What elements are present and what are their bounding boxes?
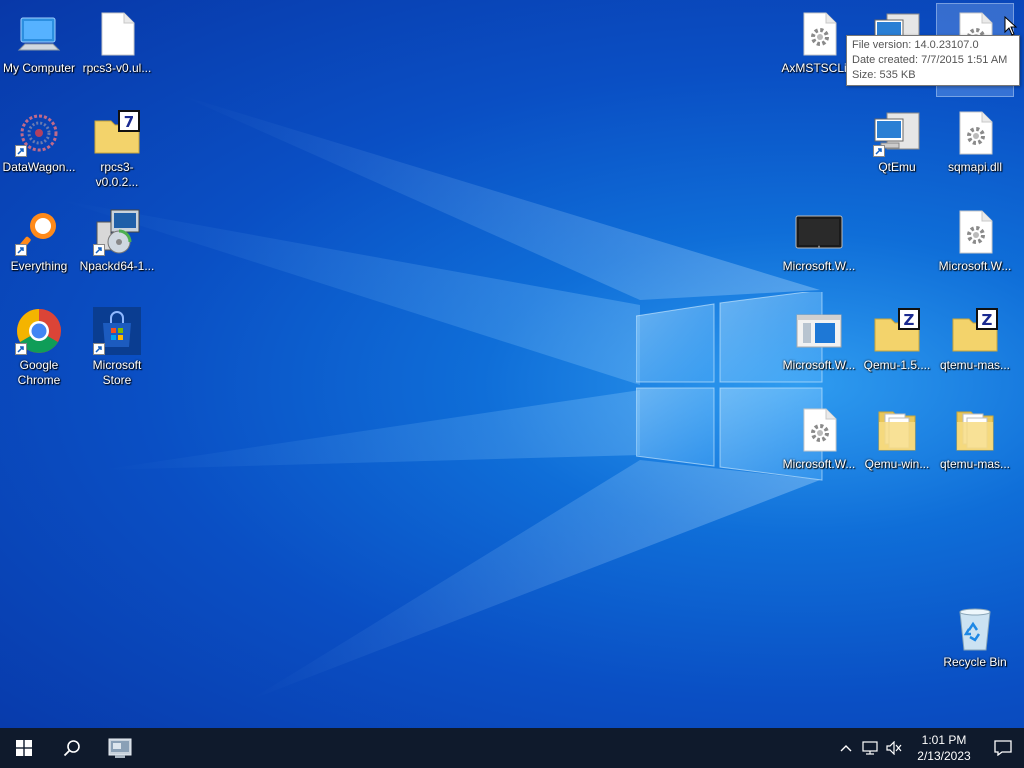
chevron-up-icon	[840, 745, 852, 752]
desktop-icon-npackd[interactable]: Npackd64-1...	[79, 202, 155, 294]
store-icon	[93, 307, 141, 355]
desktop-icon-label: Recycle Bin	[943, 655, 1007, 669]
desktop-icon-label: My Computer	[2, 61, 76, 75]
desktop-icon-label: Google Chrome	[17, 358, 61, 387]
desktop-icon-label: rpcs3-v0.ul...	[82, 61, 152, 75]
desktop-icon-microsoft-store[interactable]: Microsoft Store	[79, 301, 155, 393]
taskbar: 1:01 PM 2/13/2023	[0, 728, 1024, 768]
window-app-icon	[795, 307, 843, 355]
volume-muted-icon	[886, 741, 902, 755]
desktop-icon-qemu-win[interactable]: Qemu-win...	[859, 400, 935, 492]
desktop-icon-label: Microsoft.W...	[782, 457, 856, 471]
computer-icon	[15, 10, 63, 58]
shortcut-arrow-icon	[93, 244, 105, 256]
shortcut-arrow-icon	[15, 244, 27, 256]
taskbar-pinned-app[interactable]	[96, 728, 144, 768]
desktop-icon-qemu-zip[interactable]: Z Qemu-1.5....	[859, 301, 935, 393]
tooltip-file-version: File version: 14.0.23107.0	[852, 39, 979, 51]
svg-text:Z: Z	[904, 311, 915, 329]
network-button[interactable]	[858, 728, 882, 768]
volume-button[interactable]	[882, 728, 906, 768]
desktop-icon-qtemu-master-folder[interactable]: qtemu-mas...	[937, 400, 1013, 492]
desktop-icon-microsoft-w-dll2[interactable]: Microsoft.W...	[937, 202, 1013, 294]
desktop-icon-microsoft-w-dll[interactable]: Microsoft.W...	[781, 400, 857, 492]
tablet-app-icon	[795, 208, 843, 256]
desktop-icon-recycle-bin[interactable]: Recycle Bin	[937, 598, 1013, 690]
network-icon	[862, 741, 878, 755]
folder-icon	[951, 406, 999, 454]
desktop-icon-label: qtemu-mas...	[939, 457, 1011, 471]
desktop-icon-label: Npackd64-1...	[79, 259, 155, 273]
desktop-icon-label: Qemu-win...	[864, 457, 930, 471]
clock-date: 2/13/2023	[917, 749, 971, 763]
dll-gear-file-icon	[951, 109, 999, 157]
datawagon-icon	[15, 109, 63, 157]
desktop-icon-google-chrome[interactable]: Google Chrome	[1, 301, 77, 393]
desktop-icon-microsoft-w-tablet[interactable]: Microsoft.W...	[781, 202, 857, 294]
windows-start-icon	[16, 740, 32, 756]
start-button[interactable]	[0, 728, 48, 768]
desktop-icon-microsoft-w-window[interactable]: Microsoft.W...	[781, 301, 857, 393]
desktop-icon-label: Microsoft.W...	[782, 358, 856, 372]
search-button[interactable]	[48, 728, 96, 768]
dll-gear-file-icon	[795, 10, 843, 58]
desktop-icon-label: Microsoft.W...	[938, 259, 1012, 273]
tooltip-date-created: Date created: 7/7/2015 1:51 AM	[852, 54, 1008, 66]
everything-search-icon	[15, 208, 63, 256]
zip-folder-icon: Z	[873, 307, 921, 355]
system-tray: 1:01 PM 2/13/2023	[834, 728, 1024, 768]
desktop-icon-label: rpcs3-v0.0.2...	[95, 160, 139, 189]
desktop-icon-label: DataWagon...	[2, 160, 76, 174]
desktop-icon-label: Microsoft.W...	[782, 259, 856, 273]
desktop-icon-label: Qemu-1.5....	[863, 358, 931, 372]
chrome-icon	[15, 307, 63, 355]
desktop-icon-label: QtEmu	[878, 160, 916, 174]
svg-text:Z: Z	[982, 311, 993, 329]
tooltip-size: Size: 535 KB	[852, 69, 916, 81]
desktop-icon-label: sqmapi.dll	[947, 160, 1003, 174]
mouse-cursor-icon	[1004, 16, 1018, 36]
folder-icon	[873, 406, 921, 454]
show-hidden-icons-button[interactable]	[834, 728, 858, 768]
desktop[interactable]: My Computer DataWagon... Everything Goog…	[0, 0, 1024, 728]
desktop-icon-my-computer[interactable]: My Computer	[1, 4, 77, 96]
taskbar-clock[interactable]: 1:01 PM 2/13/2023	[906, 732, 982, 764]
action-center-icon	[994, 740, 1012, 756]
dll-gear-file-icon	[951, 208, 999, 256]
control-panel-icon	[108, 738, 132, 758]
desktop-icon-sqmapi[interactable]: sqmapi.dll	[937, 103, 1013, 195]
search-icon	[63, 740, 80, 757]
desktop-icon-datawagon[interactable]: DataWagon...	[1, 103, 77, 195]
installer-icon	[93, 208, 141, 256]
svg-text:7: 7	[124, 113, 134, 131]
7zip-archive-icon: 7	[93, 109, 141, 157]
desktop-icon-rpcs3-ul[interactable]: rpcs3-v0.ul...	[79, 4, 155, 96]
desktop-icon-label: Microsoft Store	[92, 358, 142, 387]
desktop-icon-everything[interactable]: Everything	[1, 202, 77, 294]
shortcut-arrow-icon	[93, 343, 105, 355]
desktop-icon-rpcs3-archive[interactable]: 7 rpcs3-v0.0.2...	[79, 103, 155, 195]
recycle-bin-icon	[951, 604, 999, 652]
qtemu-computer-icon	[873, 109, 921, 157]
shortcut-arrow-icon	[15, 343, 27, 355]
desktop-icon-label: qtemu-mas...	[939, 358, 1011, 372]
shortcut-arrow-icon	[15, 145, 27, 157]
clock-time: 1:01 PM	[921, 733, 967, 747]
desktop-icon-qtemu-master-zip[interactable]: Z qtemu-mas...	[937, 301, 1013, 393]
dll-gear-file-icon	[795, 406, 843, 454]
desktop-icon-qtemu[interactable]: QtEmu	[859, 103, 935, 195]
zip-folder-icon: Z	[951, 307, 999, 355]
file-info-tooltip: File version: 14.0.23107.0 Date created:…	[846, 35, 1020, 86]
blank-file-icon	[93, 10, 141, 58]
shortcut-arrow-icon	[873, 145, 885, 157]
desktop-icon-label: Everything	[10, 259, 68, 273]
action-center-button[interactable]	[982, 728, 1024, 768]
